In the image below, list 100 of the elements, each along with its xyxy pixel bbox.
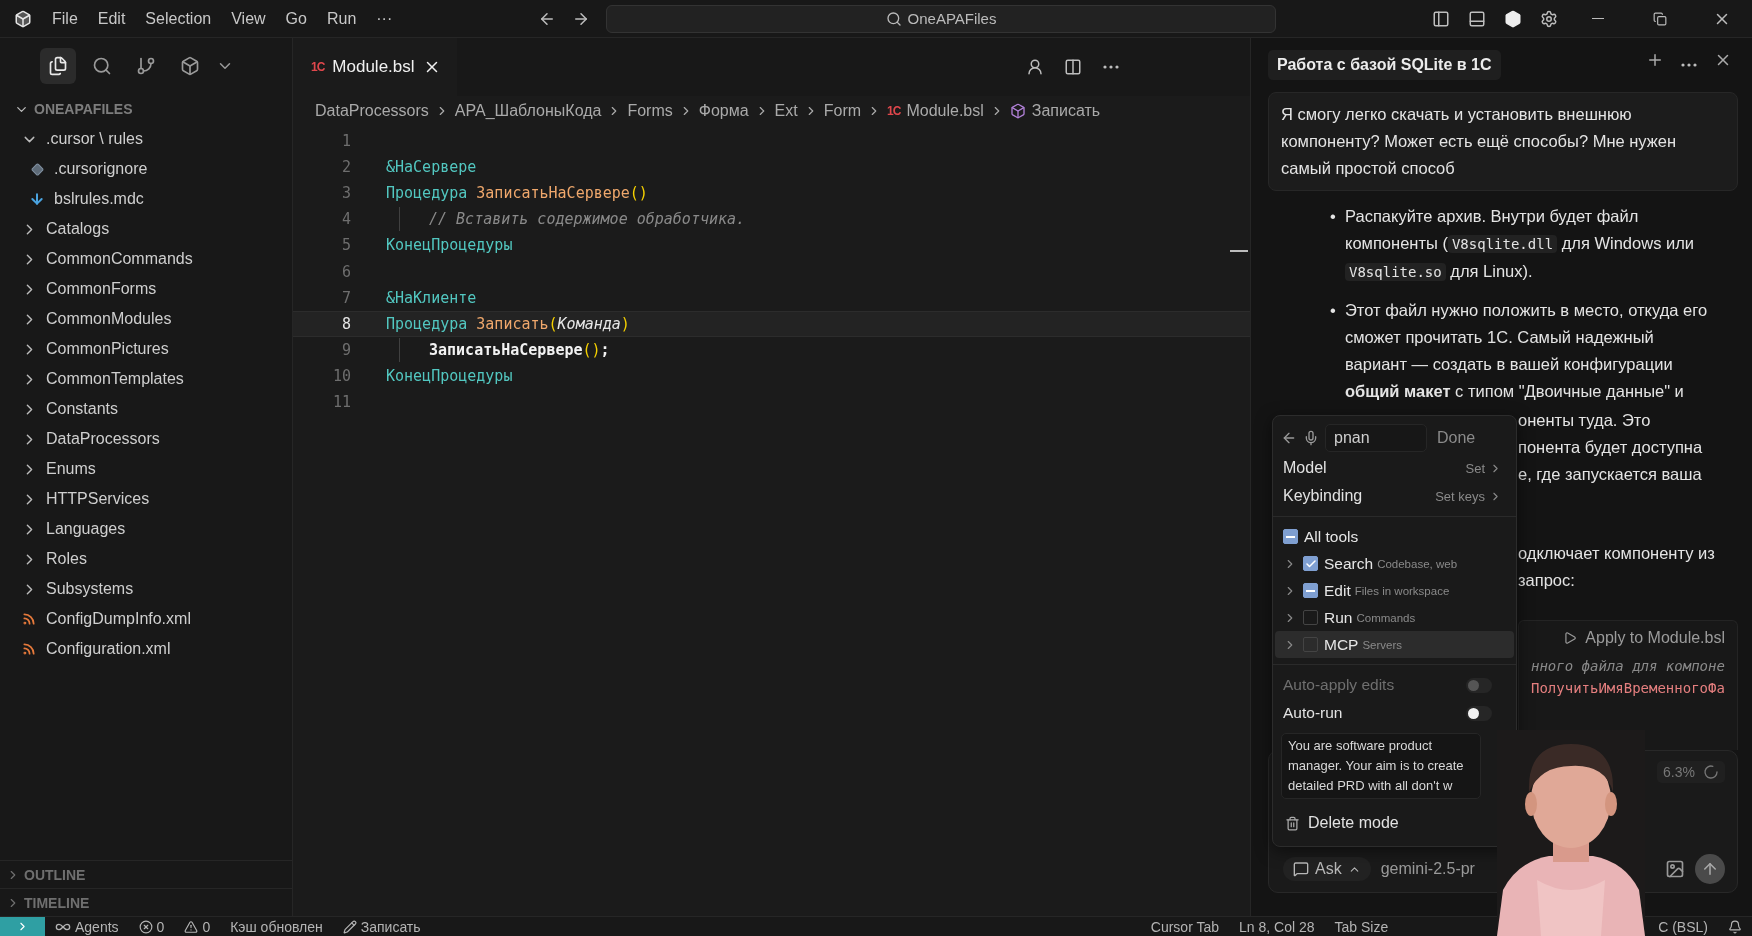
cube-icon bbox=[1009, 103, 1026, 119]
tree-item[interactable]: CommonForms bbox=[0, 274, 292, 304]
tree-item[interactable]: CommonCommands bbox=[0, 244, 292, 274]
delete-mode-button[interactable]: Delete mode bbox=[1273, 810, 1411, 836]
code-line: нного файла для компоне bbox=[1531, 657, 1725, 676]
checkbox[interactable] bbox=[1303, 583, 1318, 598]
menu-item[interactable]: ··· bbox=[366, 5, 403, 32]
status-item[interactable]: Записать bbox=[332, 918, 431, 935]
line-number: 8 bbox=[340, 314, 351, 333]
breadcrumb[interactable]: DataProcessors bbox=[315, 102, 429, 120]
line-number: 1 bbox=[340, 132, 351, 151]
menu-item[interactable]: Go bbox=[275, 5, 317, 32]
checkbox[interactable] bbox=[1303, 610, 1318, 625]
image-icon[interactable] bbox=[1665, 859, 1685, 879]
tree-item[interactable]: CommonTemplates bbox=[0, 364, 292, 394]
tool-name: MCP bbox=[1324, 635, 1359, 654]
spinner-icon bbox=[1703, 764, 1719, 780]
checkbox[interactable] bbox=[1303, 556, 1318, 571]
status-item[interactable]: 0 bbox=[174, 918, 221, 935]
tree-item[interactable]: Languages bbox=[0, 514, 292, 544]
menu-value: Set bbox=[1465, 460, 1502, 476]
search-icon bbox=[92, 56, 112, 76]
cube-icon bbox=[180, 56, 200, 76]
breadcrumb[interactable]: Ext bbox=[774, 102, 798, 120]
explorer-header[interactable]: ONEAPAFILES bbox=[0, 94, 292, 124]
status-item[interactable]: Кэш обновлен bbox=[220, 918, 333, 935]
toggle-label: Auto-run bbox=[1283, 704, 1343, 722]
rss-icon bbox=[22, 642, 36, 656]
tree-item[interactable]: .cursor \ rules bbox=[0, 124, 292, 154]
line-number: 10 bbox=[331, 366, 351, 385]
tool-item[interactable]: Edit Files in workspace bbox=[1275, 577, 1514, 604]
breadcrumb[interactable]: APA_ШаблоныКода bbox=[454, 102, 602, 120]
tool-name: Search bbox=[1324, 554, 1374, 573]
mode-button[interactable]: Ask bbox=[1283, 857, 1371, 881]
user-message: Я смогу легко скачать и установить внешнюю компоненту? Может есть ещё способы? Мне нужен самый простой способ bbox=[1268, 92, 1738, 191]
code-line: // Вставить содержимое обработчика. bbox=[429, 210, 746, 229]
section-header[interactable]: OUTLINE bbox=[0, 860, 292, 888]
tool-name: Run bbox=[1324, 608, 1353, 627]
checkbox[interactable] bbox=[1303, 637, 1318, 652]
status-item[interactable]: 0 bbox=[128, 918, 175, 935]
done-button[interactable]: Done bbox=[1437, 429, 1476, 447]
panel-icon bbox=[1468, 9, 1486, 28]
menu-item[interactable]: Edit bbox=[87, 5, 136, 32]
toggle-switch[interactable] bbox=[1466, 705, 1492, 721]
breadcrumb[interactable]: Форма bbox=[698, 102, 749, 120]
instructions-field[interactable]: You are software product manager. Your aim is to create detailed PRD with all don't w bbox=[1281, 733, 1481, 799]
checkbox[interactable] bbox=[1283, 529, 1298, 544]
tool-hint: Files in workspace bbox=[1354, 584, 1450, 597]
tree-item[interactable]: Configuration.xml bbox=[0, 634, 292, 664]
file-type-label: 1С bbox=[311, 60, 325, 74]
answer-text: оненты туда. Это bbox=[1518, 410, 1652, 431]
chat-title[interactable]: Работа с базой SQLite в 1С bbox=[1268, 50, 1502, 80]
tool-item[interactable]: Search Codebase, web bbox=[1275, 550, 1514, 577]
tree-item[interactable]: CommonModules bbox=[0, 304, 292, 334]
tree-item[interactable]: DataProcessors bbox=[0, 424, 292, 454]
microphone-icon[interactable] bbox=[1303, 430, 1319, 446]
code-line: КонецПроцедуры bbox=[386, 366, 513, 385]
menu-item[interactable]: Run bbox=[316, 5, 367, 32]
view-button[interactable] bbox=[40, 48, 76, 84]
cube-icon bbox=[1504, 9, 1522, 28]
tree-item[interactable]: bslrules.mdc bbox=[0, 184, 292, 214]
model-selector[interactable]: gemini-2.5-pr bbox=[1380, 860, 1475, 878]
menu-item[interactable]: View bbox=[221, 5, 276, 32]
breadcrumb[interactable]: Module.bsl bbox=[906, 102, 984, 120]
remote-button[interactable] bbox=[0, 916, 45, 936]
menu-item[interactable]: File bbox=[42, 5, 88, 32]
tree-item[interactable]: Constants bbox=[0, 394, 292, 424]
breadcrumb[interactable]: Записать bbox=[1031, 102, 1101, 120]
tool-item[interactable]: MCP Servers bbox=[1275, 631, 1514, 658]
split-icon bbox=[1064, 58, 1082, 76]
apply-button[interactable]: Apply to Module.bsl bbox=[1563, 621, 1725, 655]
status-item[interactable]: Tab Size bbox=[1324, 918, 1399, 935]
breadcrumb[interactable]: Forms bbox=[627, 102, 673, 120]
language-mode[interactable]: C (BSL) bbox=[1648, 918, 1718, 935]
back-icon[interactable] bbox=[1281, 430, 1297, 446]
tree-item[interactable]: Enums bbox=[0, 454, 292, 484]
plus-icon[interactable] bbox=[1646, 51, 1664, 69]
trash-icon bbox=[1285, 815, 1300, 831]
code-line: КонецПроцедуры bbox=[386, 236, 513, 255]
tree-item[interactable]: Roles bbox=[0, 544, 292, 574]
status-item[interactable]: Agents bbox=[45, 918, 129, 935]
tree-item[interactable]: Catalogs bbox=[0, 214, 292, 244]
send-button[interactable] bbox=[1695, 854, 1725, 884]
tree-item[interactable]: CommonPictures bbox=[0, 334, 292, 364]
menu-item[interactable]: Selection bbox=[135, 5, 222, 32]
status-item[interactable]: Ln 8, Col 28 bbox=[1229, 918, 1325, 935]
answer-text: понента будет доступна bbox=[1518, 437, 1704, 458]
tool-item[interactable]: Run Commands bbox=[1275, 604, 1514, 631]
warning-icon bbox=[184, 919, 199, 934]
status-item[interactable]: Cursor Tab bbox=[1140, 918, 1229, 935]
pencil-icon bbox=[342, 919, 357, 934]
breadcrumb[interactable]: Form bbox=[823, 102, 862, 120]
tree-item[interactable]: .cursorignore bbox=[0, 154, 292, 184]
tree-item[interactable]: Subsystems bbox=[0, 574, 292, 604]
mode-name-field[interactable]: pnan bbox=[1325, 424, 1427, 452]
menu-label: Keybinding bbox=[1283, 487, 1363, 505]
command-search-field[interactable]: OneAPAFiles bbox=[606, 4, 1276, 33]
tree-item[interactable]: ConfigDumpInfo.xml bbox=[0, 604, 292, 634]
tree-item[interactable]: HTTPServices bbox=[0, 484, 292, 514]
line-number: 2 bbox=[340, 158, 351, 177]
